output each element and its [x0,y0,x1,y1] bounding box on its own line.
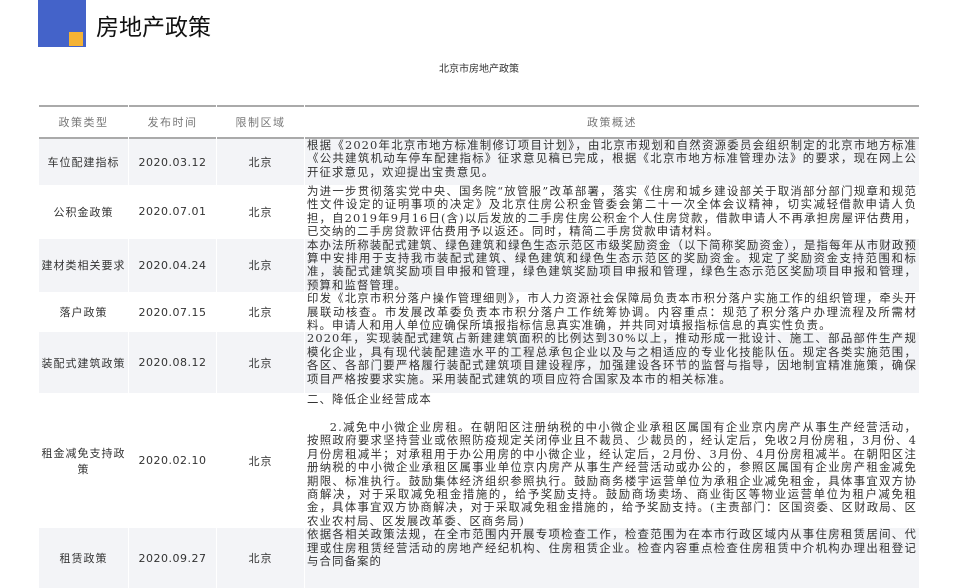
cell-type: 装配式建筑政策 [39,332,128,394]
cell-type: 建材类相关要求 [39,238,128,293]
cell-type: 租赁政策 [39,528,128,588]
table-row: 落户政策 2020.07.15 北京 印发《北京市积分落户操作管理细则》，市人力… [39,291,919,333]
cell-date: 2020.02.10 [129,393,216,529]
logo-orange-block [69,32,83,46]
cell-date: 2020.04.24 [129,238,216,293]
cell-desc: 依据各相关政策法规，在全市范围内开展专项检查工作，检查范围为在本市行政区域内从事… [305,527,919,588]
cell-date: 2020.08.12 [129,332,216,394]
cell-region: 北京 [217,332,304,394]
cell-desc: 印发《北京市积分落户操作管理细则》，市人力资源社会保障局负责本市积分落户实施工作… [305,291,919,333]
table-row: 租赁政策 2020.09.27 北京 依据各相关政策法规，在全市范围内开展专项检… [39,527,919,588]
cell-type: 车位配建指标 [39,139,128,185]
cell-desc: 2020年，实现装配式建筑占新建建筑面积的比例达到30%以上，推动形成一批设计、… [305,332,919,394]
cell-region: 北京 [217,238,304,293]
cell-region: 北京 [217,292,304,333]
cell-date: 2020.07.01 [129,185,216,239]
table-title: 北京市房地产政策 [439,64,519,75]
cell-desc: 二、降低企业经营成本 2.减免中小微企业房租。在朝阳区注册纳税的中小微企业承租区… [305,392,919,529]
table-row: 车位配建指标 2020.03.12 北京 根据《2020年北京市地方标准制修订项… [39,138,919,185]
cell-region: 北京 [217,528,304,588]
cell-date: 2020.09.27 [129,528,216,588]
policy-table: 政策类型 发布时间 限制区域 政策概述 车位配建指标 2020.03.12 北京… [38,105,920,588]
header-date: 发布时间 [129,105,216,139]
desc-heading: 二、降低企业经营成本 [307,392,432,407]
table-row: 公积金政策 2020.07.01 北京 为进一步贯彻落实党中央、国务院“放管服”… [39,184,919,239]
table-header: 政策类型 发布时间 限制区域 政策概述 [39,105,919,139]
table-row: 租金减免支持政策 2020.02.10 北京 二、降低企业经营成本 2.减免中小… [39,392,919,529]
cell-region: 北京 [217,185,304,239]
table-row: 装配式建筑政策 2020.08.12 北京 2020年，实现装配式建筑占新建建筑… [39,332,919,394]
cell-desc: 本办法所称装配式建筑、绿色建筑和绿色生态示范区市级奖励资金（以下简称奖励资金），… [305,237,919,293]
cell-region: 北京 [217,393,304,529]
cell-region: 北京 [217,139,304,185]
cell-type: 租金减免支持政策 [39,393,128,529]
header-region: 限制区域 [217,105,304,139]
cell-date: 2020.03.12 [129,139,216,185]
cell-type: 公积金政策 [39,185,128,239]
cell-date: 2020.07.15 [129,292,216,333]
desc-body: 2.减免中小微企业房租。在朝阳区注册纳税的中小微企业承租区属国有企业京内房产从事… [307,419,917,528]
header-type: 政策类型 [39,105,128,139]
cell-desc: 根据《2020年北京市地方标准制修订项目计划》，由北京市规划和自然资源委员会组织… [305,138,919,185]
table-row: 建材类相关要求 2020.04.24 北京 本办法所称装配式建筑、绿色建筑和绿色… [39,237,919,293]
header-desc: 政策概述 [305,105,919,139]
page-title: 房地产政策 [96,15,211,41]
cell-type: 落户政策 [39,292,128,333]
cell-desc: 为进一步贯彻落实党中央、国务院“放管服”改革部署，落实《住房和城乡建设部关于取消… [305,184,919,239]
